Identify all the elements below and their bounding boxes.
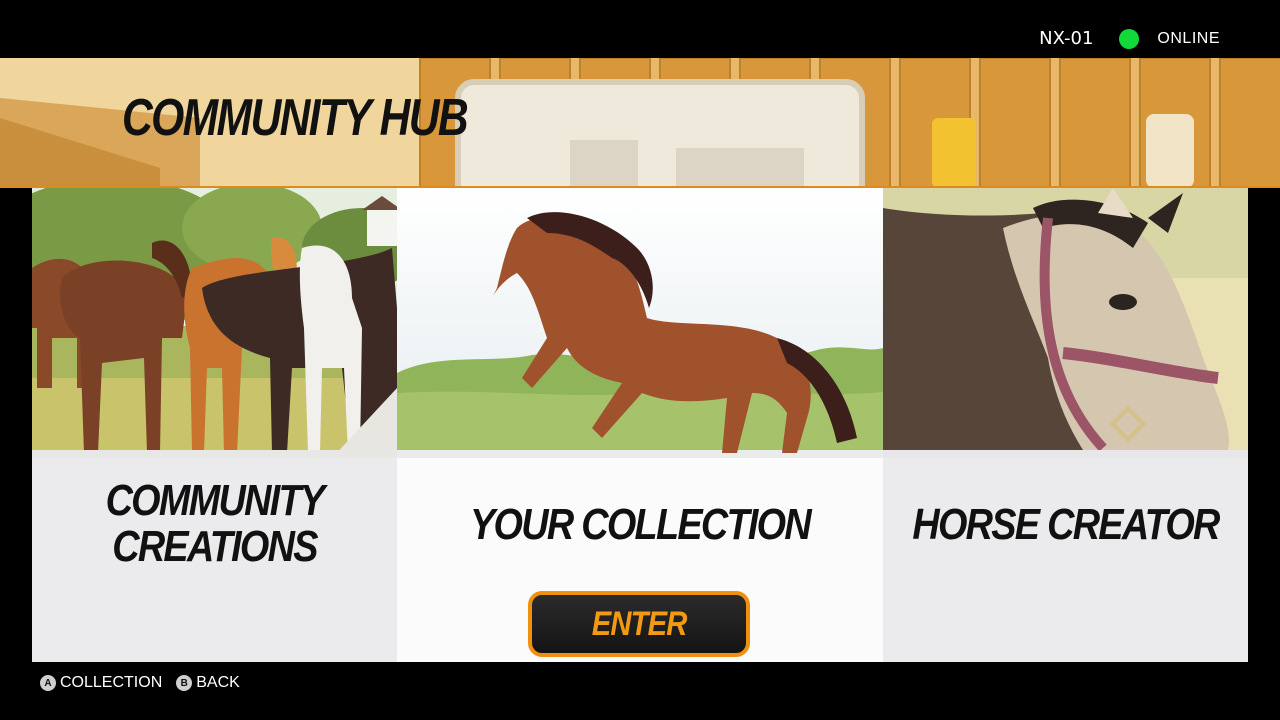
card-body: COMMUNITY CREATIONS — [32, 458, 397, 662]
page-title: COMMUNITY HUB — [122, 89, 469, 147]
bottom-bar: A COLLECTION B BACK — [0, 662, 1280, 720]
b-button-icon: B — [176, 675, 193, 691]
horse-herd-illustration — [32, 188, 397, 458]
page-header: COMMUNITY HUB — [0, 58, 1280, 188]
button-hints: A COLLECTION B BACK — [40, 674, 254, 692]
a-button-icon: A — [40, 675, 56, 691]
hint-collection[interactable]: A COLLECTION — [40, 674, 162, 692]
online-status: NX-01 ONLINE — [1039, 28, 1220, 49]
hint-label: BACK — [196, 674, 240, 691]
card-body: YOUR COLLECTION ENTER — [397, 458, 883, 662]
top-bar: NX-01 ONLINE — [0, 0, 1280, 58]
card-label: HORSE CREATOR — [912, 500, 1220, 549]
community-creations-card[interactable]: COMMUNITY CREATIONS — [32, 188, 397, 662]
buckskin-horse-portrait-illustration — [883, 188, 1248, 458]
online-indicator-icon — [1119, 28, 1140, 49]
hint-label: COLLECTION — [60, 674, 163, 691]
enter-button-label: ENTER — [591, 604, 688, 643]
hint-back[interactable]: B BACK — [176, 674, 240, 692]
galloping-bay-horse-illustration — [397, 188, 883, 458]
card-body: HORSE CREATOR — [883, 458, 1248, 662]
enter-button[interactable]: ENTER — [528, 591, 750, 657]
card-label: COMMUNITY CREATIONS — [105, 476, 326, 571]
your-collection-card[interactable]: YOUR COLLECTION ENTER — [397, 188, 883, 662]
card-label: YOUR COLLECTION — [470, 500, 812, 549]
horse-creator-card[interactable]: HORSE CREATOR — [883, 188, 1248, 662]
user-id: NX-01 — [1039, 28, 1094, 49]
online-label: ONLINE — [1157, 29, 1220, 47]
